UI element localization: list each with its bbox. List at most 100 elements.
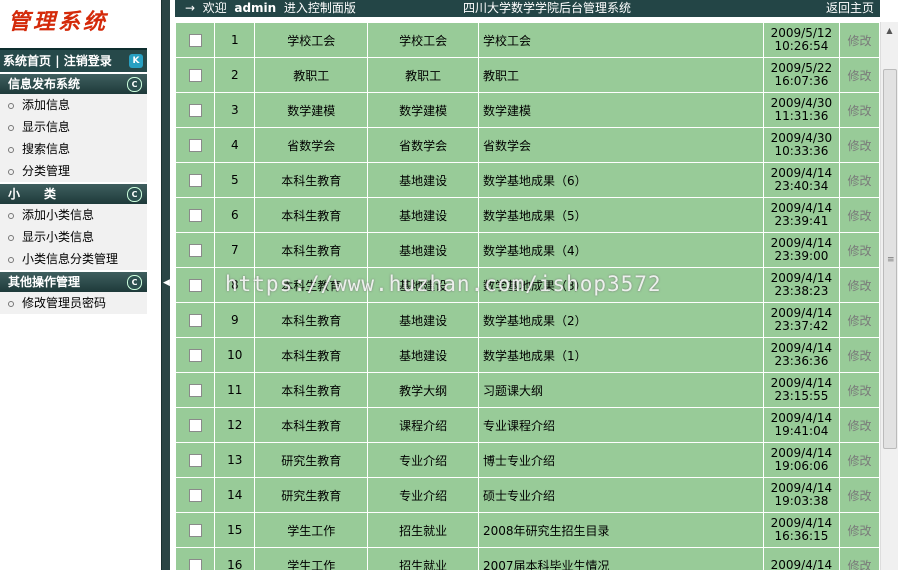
edit-link[interactable]: 修改 bbox=[839, 268, 879, 302]
menu-item[interactable]: 添加信息 bbox=[0, 94, 147, 116]
section-header[interactable]: 信息发布系统 C bbox=[0, 74, 147, 94]
scroll-thumb[interactable]: ≡ bbox=[883, 69, 897, 449]
edit-link[interactable]: 修改 bbox=[839, 198, 879, 232]
menu-item[interactable]: 显示信息 bbox=[0, 116, 147, 138]
menu-item[interactable]: 分类管理 bbox=[0, 160, 147, 182]
title-cell: 专业课程介绍 bbox=[479, 408, 763, 442]
edit-link[interactable]: 修改 bbox=[839, 23, 879, 57]
subcategory-cell: 教学大纲 bbox=[368, 373, 478, 407]
edit-link[interactable]: 修改 bbox=[839, 443, 879, 477]
sidebar-splitter[interactable]: ◀ bbox=[161, 0, 170, 570]
row-checkbox[interactable] bbox=[188, 139, 202, 152]
row-checkbox[interactable] bbox=[188, 349, 202, 362]
row-checkbox[interactable] bbox=[188, 209, 202, 222]
subcategory-cell: 省数学会 bbox=[368, 128, 478, 162]
edit-link[interactable]: 修改 bbox=[839, 163, 879, 197]
bullet-icon bbox=[8, 256, 14, 263]
vertical-scrollbar[interactable]: ▲ ≡ bbox=[880, 22, 898, 570]
row-checkbox[interactable] bbox=[188, 279, 202, 292]
edit-link[interactable]: 修改 bbox=[839, 128, 879, 162]
time-text: 19:06:06 bbox=[774, 459, 829, 473]
bullet-icon bbox=[8, 124, 14, 131]
menu-item[interactable]: 显示小类信息 bbox=[0, 226, 147, 248]
subcategory-cell: 基地建设 bbox=[368, 233, 478, 267]
subcategory-cell: 招生就业 bbox=[368, 513, 478, 547]
edit-link[interactable]: 修改 bbox=[839, 513, 879, 547]
scroll-up-icon[interactable]: ▲ bbox=[881, 22, 898, 39]
edit-link[interactable]: 修改 bbox=[839, 233, 879, 267]
menu-item-label: 显示小类信息 bbox=[22, 230, 95, 244]
category-cell: 本科生教育 bbox=[255, 338, 368, 372]
id-cell: 2 bbox=[215, 58, 255, 92]
edit-link[interactable]: 修改 bbox=[839, 548, 879, 570]
row-checkbox[interactable] bbox=[188, 454, 202, 467]
edit-link[interactable]: 修改 bbox=[839, 338, 879, 372]
title-cell: 硕士专业介绍 bbox=[479, 478, 763, 512]
collapse-icon[interactable]: K bbox=[129, 54, 143, 68]
time-text: 23:37:42 bbox=[774, 319, 829, 333]
select-cell bbox=[176, 408, 215, 442]
menu-item[interactable]: 添加小类信息 bbox=[0, 204, 147, 226]
subcategory-cell: 专业介绍 bbox=[368, 443, 478, 477]
menu-item[interactable]: 修改管理员密码 bbox=[0, 292, 147, 314]
id-cell: 15 bbox=[215, 513, 255, 547]
category-cell: 教职工 bbox=[255, 58, 368, 92]
id-cell: 6 bbox=[215, 198, 255, 232]
collapse-section-icon[interactable]: C bbox=[127, 77, 142, 92]
edit-link[interactable]: 修改 bbox=[839, 58, 879, 92]
time-text: 10:33:36 bbox=[774, 144, 829, 158]
edit-link[interactable]: 修改 bbox=[839, 408, 879, 442]
logout-link[interactable]: 注销登录 bbox=[64, 54, 112, 68]
row-checkbox[interactable] bbox=[188, 244, 202, 257]
subcategory-cell: 数学建模 bbox=[368, 93, 478, 127]
select-cell bbox=[176, 303, 215, 337]
section-header[interactable]: 其他操作管理 C bbox=[0, 272, 147, 292]
id-cell: 14 bbox=[215, 478, 255, 512]
row-checkbox[interactable] bbox=[188, 34, 202, 47]
select-cell bbox=[176, 93, 215, 127]
id-cell: 5 bbox=[215, 163, 255, 197]
menu-sections: 信息发布系统 C 添加信息 显示信息 搜索信息 分类管理小 类 C 添加小类信息 显示小类信息小… bbox=[0, 74, 147, 314]
time-text: 19:03:38 bbox=[774, 494, 829, 508]
row-checkbox[interactable] bbox=[188, 489, 202, 502]
section-header[interactable]: 小 类C bbox=[0, 184, 147, 204]
row-checkbox[interactable] bbox=[188, 524, 202, 537]
section-menu: 添加信息 显示信息 搜索信息 分类管理 bbox=[0, 94, 147, 182]
datetime-cell: 2009/4/30 11:31:36 bbox=[763, 93, 839, 127]
id-cell: 1 bbox=[215, 23, 255, 57]
header-bar: → 欢迎 admin 进入控制面版 四川大学数学学院后台管理系统 返回主页 bbox=[175, 0, 880, 17]
collapse-arrow-icon[interactable]: ◀ bbox=[163, 278, 170, 288]
row-checkbox[interactable] bbox=[188, 314, 202, 327]
title-cell: 省数学会 bbox=[479, 128, 763, 162]
collapse-section-icon[interactable]: C bbox=[127, 187, 142, 202]
row-checkbox[interactable] bbox=[188, 384, 202, 397]
menu-item[interactable]: 小类信息分类管理 bbox=[0, 248, 147, 270]
edit-link[interactable]: 修改 bbox=[839, 93, 879, 127]
time-text: 23:39:41 bbox=[774, 214, 829, 228]
section-title: 信息发布系统 bbox=[8, 77, 81, 91]
subcategory-cell: 专业介绍 bbox=[368, 478, 478, 512]
row-checkbox[interactable] bbox=[188, 104, 202, 117]
datetime-cell: 2009/4/14 23:39:41 bbox=[763, 198, 839, 232]
menu-item[interactable]: 搜索信息 bbox=[0, 138, 147, 160]
table-row: 15 学生工作 招生就业 2008年研究生招生目录 2009/4/14 16:36:15 修… bbox=[176, 513, 879, 547]
edit-link[interactable]: 修改 bbox=[839, 303, 879, 337]
row-checkbox[interactable] bbox=[188, 559, 202, 570]
edit-link[interactable]: 修改 bbox=[839, 373, 879, 407]
collapse-section-icon[interactable]: C bbox=[127, 275, 142, 290]
return-home-link[interactable]: 返回主页 bbox=[826, 0, 874, 17]
title-cell: 数学基地成果（4） bbox=[479, 233, 763, 267]
subcategory-cell: 基地建设 bbox=[368, 268, 478, 302]
section-menu: 添加小类信息 显示小类信息小类信息分类管理 bbox=[0, 204, 147, 270]
edit-link[interactable]: 修改 bbox=[839, 478, 879, 512]
enter-panel-label: 进入控制面版 bbox=[283, 1, 356, 15]
row-checkbox[interactable] bbox=[188, 174, 202, 187]
row-checkbox[interactable] bbox=[188, 69, 202, 82]
menu-item-label: 添加小类信息 bbox=[22, 208, 95, 222]
select-cell bbox=[176, 23, 215, 57]
time-text: 23:15:55 bbox=[774, 389, 829, 403]
system-home-link[interactable]: 系统首页 bbox=[3, 54, 51, 68]
category-cell: 省数学会 bbox=[255, 128, 368, 162]
row-checkbox[interactable] bbox=[188, 419, 202, 432]
subcategory-cell: 教职工 bbox=[368, 58, 478, 92]
